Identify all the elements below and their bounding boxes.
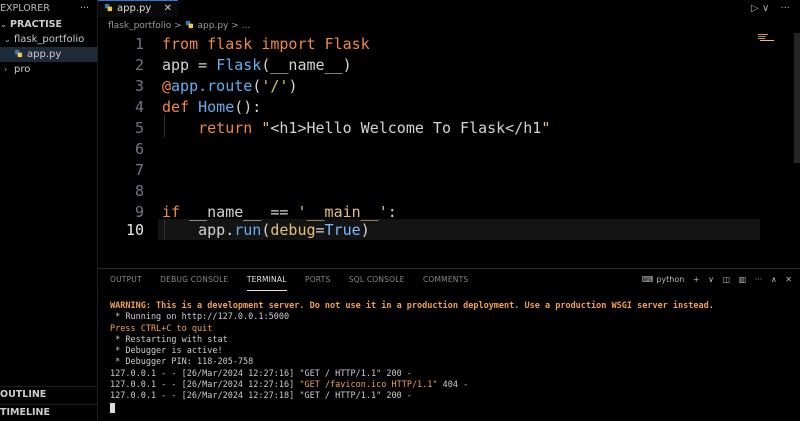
workspace-label: PRACTISE — [10, 19, 62, 30]
line-number-current: 10 — [125, 221, 144, 239]
terminal-line: Press CTRL+C to quit — [110, 323, 213, 334]
chevron-down-icon: ⌄ — [0, 20, 7, 29]
tree-item-label: app.py — [27, 49, 62, 60]
terminal-icon: ⌨ — [641, 275, 654, 284]
code-line-1: from flask import Flask — [162, 35, 370, 53]
line-number: 4 — [134, 98, 144, 116]
close-icon[interactable]: ✕ — [164, 1, 172, 16]
shell-name[interactable]: python — [656, 275, 684, 284]
tab-comments[interactable]: COMMENTS — [423, 269, 468, 291]
panel-tabs: OUTPUT DEBUG CONSOLE TERMINAL PORTS SQL … — [110, 269, 484, 291]
chevron-down-icon[interactable]: ∨ — [708, 275, 714, 284]
tab-debug-console[interactable]: DEBUG CONSOLE — [160, 269, 228, 291]
terminal-line: * Debugger PIN: 118-205-758 — [110, 357, 254, 368]
add-terminal-icon[interactable]: + — [693, 275, 700, 284]
terminal-warning: WARNING: This is a development server. D… — [110, 301, 714, 311]
line-number: 9 — [134, 203, 144, 221]
tab-ports[interactable]: PORTS — [305, 269, 330, 291]
sidebar-bottom-sections: OUTLINE TIMELINE — [0, 386, 97, 420]
breadcrumb-tail[interactable]: > ... — [231, 21, 250, 31]
line-number: 3 — [134, 77, 144, 95]
explorer-header: EXPLORER ··· — [0, 0, 97, 17]
terminal-line: * Restarting with stat — [110, 334, 228, 345]
python-file-icon — [104, 3, 113, 12]
outline-label: OUTLINE — [0, 389, 47, 400]
line-number: 8 — [134, 182, 144, 200]
terminal-line: * Debugger is active! — [110, 346, 223, 357]
tree-item-pro[interactable]: › pro — [0, 62, 97, 77]
explorer-more-icon[interactable]: ··· — [80, 0, 89, 17]
tree-item-label: pro — [14, 64, 31, 75]
timeline-section[interactable]: TIMELINE — [0, 404, 97, 420]
breadcrumb-file[interactable]: app.py — [198, 21, 229, 31]
tab-output[interactable]: OUTPUT — [110, 269, 142, 291]
explorer-sidebar: EXPLORER ··· ⌄ PRACTISE ⌄ flask_portfolio … — [0, 0, 98, 420]
tab-terminal[interactable]: TERMINAL — [246, 269, 287, 291]
tree-item-flask-portfolio[interactable]: ⌄ flask_portfolio — [0, 32, 97, 47]
code-editor[interactable]: 1 2 3 4 5 6 7 8 9 10 from flask import F… — [98, 33, 800, 265]
code-line-4: def Home(): — [162, 98, 262, 116]
trash-icon[interactable]: ▥ — [739, 275, 747, 284]
line-number: 7 — [134, 161, 144, 179]
tab-label: app.py — [117, 3, 152, 14]
chevron-down-icon: ⌄ — [4, 35, 11, 44]
python-file-icon — [185, 20, 193, 29]
line-number: 2 — [134, 56, 144, 74]
panel-actions: ⌨ python + ∨ ◫ ▥ ··· ∧ ✕ — [636, 269, 792, 291]
chevron-right-icon: › — [4, 65, 8, 74]
line-number: 6 — [134, 140, 144, 158]
python-file-icon — [14, 49, 23, 58]
workspace-section[interactable]: ⌄ PRACTISE — [0, 17, 97, 32]
explorer-title: EXPLORER — [0, 3, 50, 14]
breadcrumb-folder[interactable]: flask_portfolio — [108, 21, 171, 31]
terminal-cursor — [110, 402, 115, 413]
minimap[interactable] — [758, 33, 776, 43]
more-icon[interactable]: ··· — [755, 275, 763, 284]
terminal-log: 127.0.0.1 - - [26/Mar/2024 12:27:16] "GE… — [110, 368, 412, 379]
terminal-log-status: 404 - — [437, 380, 469, 391]
tab-app-py[interactable]: app.py ✕ — [98, 0, 178, 17]
terminal-log-request: "GET /favicon.ico HTTP/1.1" — [299, 380, 438, 391]
editor-scrollbar[interactable] — [794, 33, 800, 163]
timeline-label: TIMELINE — [0, 407, 50, 418]
outline-section[interactable]: OUTLINE — [0, 386, 97, 402]
tab-sql-console[interactable]: SQL CONSOLE — [349, 269, 405, 291]
code-line-3: @app.route('/') — [162, 77, 298, 95]
tree-item-app-py[interactable]: app.py — [0, 47, 97, 62]
editor-tab-bar: app.py ✕ ▷ ∨ ··· — [98, 0, 800, 17]
breadcrumb-separator: > — [174, 21, 182, 31]
chevron-down-icon[interactable]: ∨ — [762, 3, 769, 14]
run-icon[interactable]: ▷ — [751, 3, 759, 14]
bottom-panel: OUTPUT DEBUG CONSOLE TERMINAL PORTS SQL … — [98, 268, 800, 421]
terminal-line: * Running on http://127.0.0.1:5000 — [110, 312, 290, 323]
tree-item-label: flask_portfolio — [14, 34, 85, 45]
code-line-5: return "<h1>Hello Welcome To Flask</h1" — [198, 119, 551, 137]
split-terminal-icon[interactable]: ◫ — [722, 275, 730, 284]
editor-actions: ▷ ∨ ··· — [751, 0, 790, 17]
line-number: 5 — [134, 119, 144, 137]
breadcrumb: flask_portfolio > app.py > ... — [108, 19, 250, 33]
line-number: 1 — [134, 35, 144, 53]
code-line-2: app = Flask(__name__) — [162, 56, 352, 74]
more-icon[interactable]: ··· — [780, 3, 790, 14]
terminal-output[interactable]: WARNING: This is a development server. D… — [110, 301, 714, 416]
terminal-log: 127.0.0.1 - - [26/Mar/2024 12:27:16] — [110, 380, 300, 391]
code-line-10: app.run(debug=True) — [162, 221, 370, 239]
maximize-panel-icon[interactable]: ∧ — [771, 275, 777, 284]
code-line-9: if __name__ == '__main__': — [162, 203, 397, 221]
close-panel-icon[interactable]: ✕ — [785, 275, 792, 284]
terminal-log: 127.0.0.1 - - [26/Mar/2024 12:27:18] "GE… — [110, 391, 412, 402]
